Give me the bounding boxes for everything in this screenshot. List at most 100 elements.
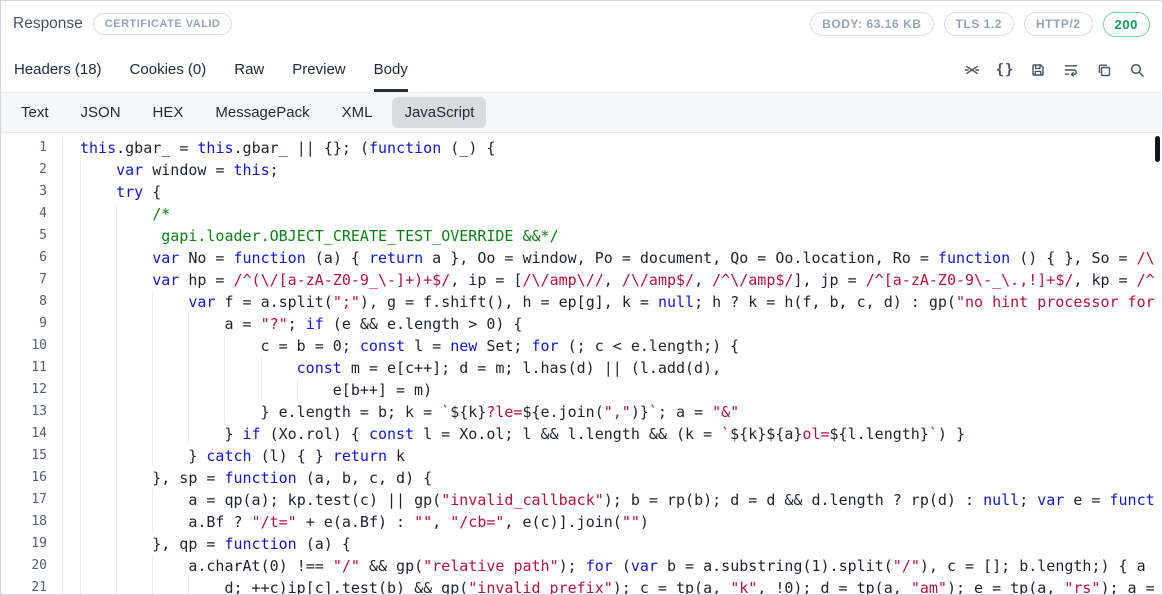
indent-guide bbox=[152, 489, 188, 511]
indent-guide bbox=[116, 247, 152, 269]
indent-guide bbox=[188, 379, 224, 401]
indent-guide bbox=[261, 379, 297, 401]
code-editor[interactable]: 123456789101112131415161718192021 this.g… bbox=[1, 133, 1162, 594]
indent-guide bbox=[116, 555, 152, 577]
body-tab-text[interactable]: Text bbox=[9, 97, 61, 128]
indent-guide bbox=[224, 379, 260, 401]
response-panel: Response CERTIFICATE VALID BODY: 63.16 K… bbox=[0, 0, 1163, 595]
body-format-tabs: Text JSON HEXMessagePack XMLJavaScript bbox=[9, 97, 494, 128]
tab-cookies-0[interactable]: Cookies (0) bbox=[130, 47, 207, 92]
body-format-bar: Text JSON HEXMessagePack XMLJavaScript bbox=[1, 93, 1162, 133]
indent-guide bbox=[116, 423, 152, 445]
status-badge-http-2: HTTP/2 bbox=[1024, 12, 1093, 36]
indent-guide bbox=[116, 335, 152, 357]
indent-guide bbox=[152, 401, 188, 423]
word-wrap-icon bbox=[1063, 62, 1079, 78]
code-line[interactable]: } e.length = b; k = `${k}?le=${e.join(",… bbox=[80, 401, 1162, 423]
code-line[interactable]: try { bbox=[80, 181, 1162, 203]
indent-guide bbox=[80, 555, 116, 577]
line-number: 20 bbox=[1, 555, 62, 577]
response-toolbar: {} bbox=[959, 47, 1150, 92]
code-line[interactable]: c = b = 0; const l = new Set; for (; c <… bbox=[80, 335, 1162, 357]
indent-guide bbox=[261, 357, 297, 379]
line-number-gutter: 123456789101112131415161718192021 bbox=[1, 137, 63, 594]
indent-guide bbox=[116, 357, 152, 379]
response-header-left: Response CERTIFICATE VALID bbox=[13, 13, 232, 35]
code-line[interactable]: d; ++c)ip[c].test(b) && gp("invalid pref… bbox=[80, 577, 1162, 594]
line-number: 9 bbox=[1, 313, 62, 335]
code-line[interactable]: a.charAt(0) !== "/" && gp("relative path… bbox=[80, 555, 1162, 577]
indent-guide bbox=[80, 467, 116, 489]
status-badges: BODY: 63.16 KBTLS 1.2HTTP/2200 bbox=[810, 12, 1150, 37]
scrollbar-thumb[interactable] bbox=[1155, 136, 1160, 162]
indent-guide bbox=[80, 291, 116, 313]
code-line[interactable]: var f = a.split(";"), g = f.shift(), h =… bbox=[80, 291, 1162, 313]
search-button[interactable] bbox=[1124, 57, 1150, 83]
body-tab-javascript[interactable]: JavaScript bbox=[392, 97, 486, 128]
body-tab-messagepack[interactable]: MessagePack bbox=[203, 97, 321, 128]
braces-button[interactable]: {} bbox=[992, 57, 1018, 83]
braces-icon: {} bbox=[996, 62, 1015, 78]
line-number: 16 bbox=[1, 467, 62, 489]
tab-preview[interactable]: Preview bbox=[292, 47, 345, 92]
code-line[interactable]: a = "?"; if (e && e.length > 0) { bbox=[80, 313, 1162, 335]
page-title: Response bbox=[13, 15, 83, 33]
line-number: 1 bbox=[1, 137, 62, 159]
indent-guide bbox=[152, 511, 188, 533]
line-number: 10 bbox=[1, 335, 62, 357]
code-line[interactable]: /* bbox=[80, 203, 1162, 225]
status-badge-body-63-16-kb: BODY: 63.16 KB bbox=[810, 12, 933, 36]
code-line[interactable]: } catch (l) { } return k bbox=[80, 445, 1162, 467]
response-tabs: Headers (18) Cookies (0) Raw Preview Body bbox=[14, 47, 408, 92]
code-line[interactable]: a = qp(a); kp.test(c) || gp("invalid_cal… bbox=[80, 489, 1162, 511]
save-button[interactable] bbox=[1025, 57, 1051, 83]
code-line[interactable]: } if (Xo.rol) { const l = Xo.ol; l && l.… bbox=[80, 423, 1162, 445]
code-line[interactable]: const m = e[c++]; d = m; l.has(d) || (l.… bbox=[80, 357, 1162, 379]
indent-guide bbox=[152, 577, 188, 594]
body-tab-xml[interactable]: XML bbox=[330, 97, 385, 128]
code-line[interactable]: var hp = /^(\/[a-zA-Z0-9_\-]+)+$/, ip = … bbox=[80, 269, 1162, 291]
copy-icon bbox=[1096, 62, 1112, 78]
indent-guide bbox=[297, 379, 333, 401]
response-header: Response CERTIFICATE VALID BODY: 63.16 K… bbox=[1, 1, 1162, 47]
cut-button[interactable] bbox=[959, 57, 985, 83]
indent-guide bbox=[80, 577, 116, 594]
indent-guide bbox=[116, 291, 152, 313]
indent-guide bbox=[188, 577, 224, 594]
indent-guide bbox=[80, 401, 116, 423]
indent-guide bbox=[152, 379, 188, 401]
line-number: 3 bbox=[1, 181, 62, 203]
code-line[interactable]: gapi.loader.OBJECT_CREATE_TEST_OVERRIDE … bbox=[80, 225, 1162, 247]
indent-guide bbox=[80, 533, 116, 555]
code-line[interactable]: }, sp = function (a, b, c, d) { bbox=[80, 467, 1162, 489]
indent-guide bbox=[116, 445, 152, 467]
indent-guide bbox=[152, 445, 188, 467]
code-line[interactable]: var No = function (a) { return a }, Oo =… bbox=[80, 247, 1162, 269]
tab-body[interactable]: Body bbox=[374, 47, 408, 92]
indent-guide bbox=[152, 313, 188, 335]
indent-guide bbox=[80, 181, 116, 203]
indent-guide bbox=[116, 269, 152, 291]
indent-guide bbox=[188, 423, 224, 445]
indent-guide bbox=[116, 401, 152, 423]
tab-headers-18[interactable]: Headers (18) bbox=[14, 47, 102, 92]
tab-raw[interactable]: Raw bbox=[234, 47, 264, 92]
code-line[interactable]: a.Bf ? "/t=" + e(a.Bf) : "", "/cb=", e(c… bbox=[80, 511, 1162, 533]
code-line[interactable]: }, qp = function (a) { bbox=[80, 533, 1162, 555]
code-line[interactable]: this.gbar_ = this.gbar_ || {}; (function… bbox=[80, 137, 1162, 159]
code-line[interactable]: e[b++] = m) bbox=[80, 379, 1162, 401]
indent-guide bbox=[152, 555, 188, 577]
indent-guide bbox=[80, 313, 116, 335]
copy-button[interactable] bbox=[1091, 57, 1117, 83]
indent-guide bbox=[116, 511, 152, 533]
code-line[interactable]: var window = this; bbox=[80, 159, 1162, 181]
indent-guide bbox=[152, 357, 188, 379]
body-tab-json[interactable]: JSON bbox=[69, 97, 133, 128]
code-content[interactable]: this.gbar_ = this.gbar_ || {}; (function… bbox=[63, 137, 1162, 594]
cut-icon bbox=[964, 62, 980, 78]
indent-guide bbox=[224, 401, 260, 423]
body-tab-hex[interactable]: HEX bbox=[141, 97, 196, 128]
indent-guide bbox=[116, 489, 152, 511]
word-wrap-button[interactable] bbox=[1058, 57, 1084, 83]
response-tabs-bar: Headers (18) Cookies (0) Raw Preview Body {} bbox=[1, 47, 1162, 93]
